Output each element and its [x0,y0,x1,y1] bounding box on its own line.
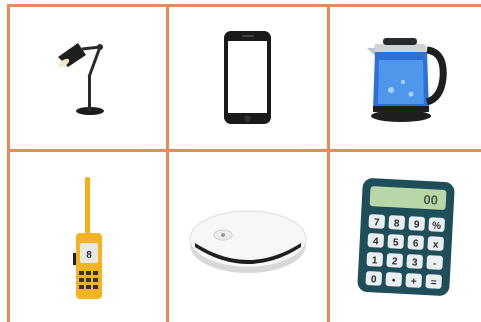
robot-vacuum-icon [189,210,307,273]
calc-key-3: 3 [411,257,418,268]
grid-cell-kettle[interactable] [330,7,481,149]
calc-key-6: 6 [412,238,419,249]
calc-key-9: 9 [413,219,420,230]
calc-key-percent: % [431,220,441,231]
calc-key-7: 7 [373,217,380,228]
calc-key-plus: + [410,276,417,287]
calc-key-4: 4 [372,236,379,247]
calc-key-2: 2 [391,256,398,267]
calc-key-minus: - [432,258,436,269]
calc-key-1: 1 [371,255,378,266]
desk-lamp-icon [58,43,104,115]
calc-key-equals: = [430,277,437,288]
smartphone-icon [224,31,271,124]
calculator-icon: 00 7 8 9 % 4 5 6 x 1 2 3 - 0 • + = [357,178,454,296]
grid-cell-radio[interactable]: 8 [10,152,166,322]
walkie-talkie-icon: 8 [73,177,102,299]
grid-cell-phone[interactable] [169,7,327,149]
grid-cell-vacuum[interactable] [169,152,327,322]
calculator-display-text: 00 [423,192,438,208]
grid-cell-lamp[interactable] [10,7,166,149]
calc-key-8: 8 [393,218,400,229]
calc-key-0: 0 [370,274,377,285]
calc-key-5: 5 [392,237,399,248]
calc-key-multiply: x [432,239,439,250]
electric-kettle-icon [366,38,447,122]
radio-display-text: 8 [86,250,92,261]
grid-cell-calculator[interactable]: 00 7 8 9 % 4 5 6 x 1 2 3 - 0 • + = [330,152,481,322]
